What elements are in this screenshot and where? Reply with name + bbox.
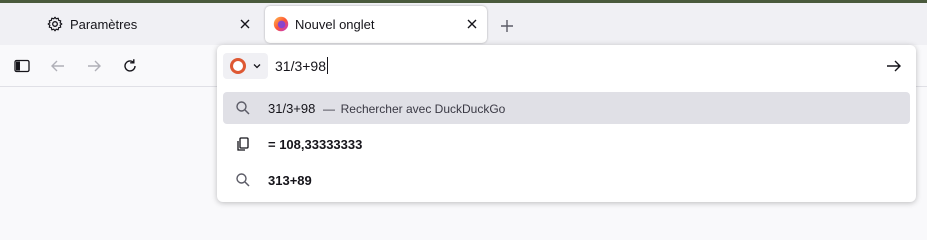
result-query: 31/3+98 xyxy=(268,101,316,116)
tab-new-tab[interactable]: Nouvel onglet xyxy=(265,6,487,43)
tab-label: Nouvel onglet xyxy=(295,17,375,32)
new-tab-plus-icon[interactable] xyxy=(499,18,515,34)
result-calculator[interactable]: = 108,33333333 xyxy=(223,128,910,160)
search-icon xyxy=(236,173,250,187)
back-arrow-icon[interactable] xyxy=(49,57,67,75)
duckduckgo-icon xyxy=(230,58,246,74)
search-engine-button[interactable] xyxy=(223,53,268,79)
firefox-icon xyxy=(273,16,289,32)
gear-icon xyxy=(47,16,63,32)
close-icon[interactable] xyxy=(465,17,479,31)
result-suggestion[interactable]: 313+89 xyxy=(223,164,910,196)
url-input[interactable] xyxy=(275,55,875,77)
sidebar-icon[interactable] xyxy=(13,57,31,75)
chevron-down-icon xyxy=(253,64,261,69)
result-separator: — xyxy=(322,102,335,116)
result-action: Rechercher avec DuckDuckGo xyxy=(340,102,506,116)
urlbar-dropdown: 31/3+98 — Rechercher avec DuckDuckGo = 1… xyxy=(217,45,916,202)
result-search-suggestion[interactable]: 31/3+98 — Rechercher avec DuckDuckGo xyxy=(223,92,910,124)
search-icon xyxy=(236,101,250,115)
calculator-result: = 108,33333333 xyxy=(268,137,363,152)
copy-icon xyxy=(237,137,249,151)
tab-settings[interactable]: Paramètres xyxy=(32,6,260,43)
go-arrow-icon[interactable] xyxy=(885,57,903,75)
tab-bar: Paramètres Nouvel onglet xyxy=(0,3,927,45)
text-caret xyxy=(327,57,328,74)
reload-icon[interactable] xyxy=(121,57,139,75)
tab-label: Paramètres xyxy=(70,17,138,32)
close-icon[interactable] xyxy=(238,17,252,31)
forward-arrow-icon[interactable] xyxy=(85,57,103,75)
suggestion-text: 313+89 xyxy=(268,173,312,188)
